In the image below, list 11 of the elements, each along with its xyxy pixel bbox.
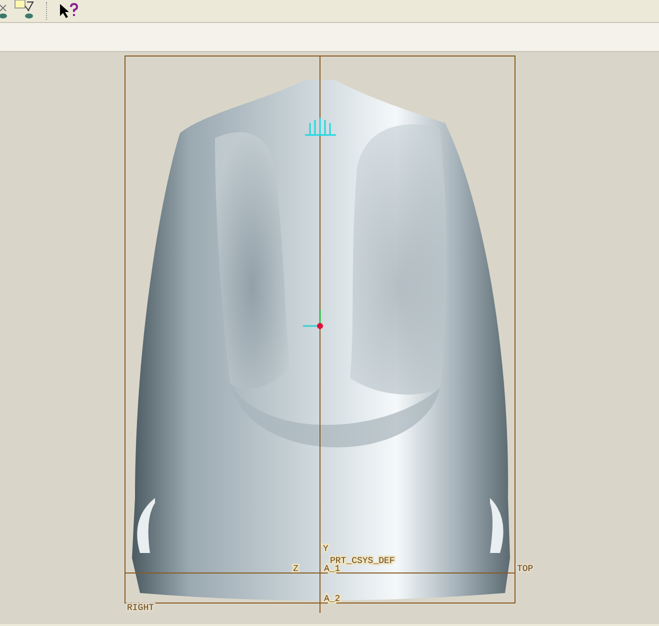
coordinate-axes-icon: [303, 310, 323, 329]
datum-label: Z: [293, 564, 298, 574]
datum-label: A_2: [324, 594, 340, 604]
datum-label: TOP: [517, 564, 534, 574]
datum-label: RIGHT: [127, 603, 154, 613]
graphics-viewport[interactable]: PRT_CSYS_DEF A_1 A_2 TOP RIGHT Y Z: [0, 52, 659, 624]
datum-label: Y: [323, 544, 328, 554]
datum-label: A_1: [324, 564, 340, 574]
symmetry-marker-icon: [304, 117, 337, 136]
help-pointer-icon[interactable]: [59, 3, 79, 19]
datum-label: PRT_CSYS_DEF: [330, 556, 395, 566]
